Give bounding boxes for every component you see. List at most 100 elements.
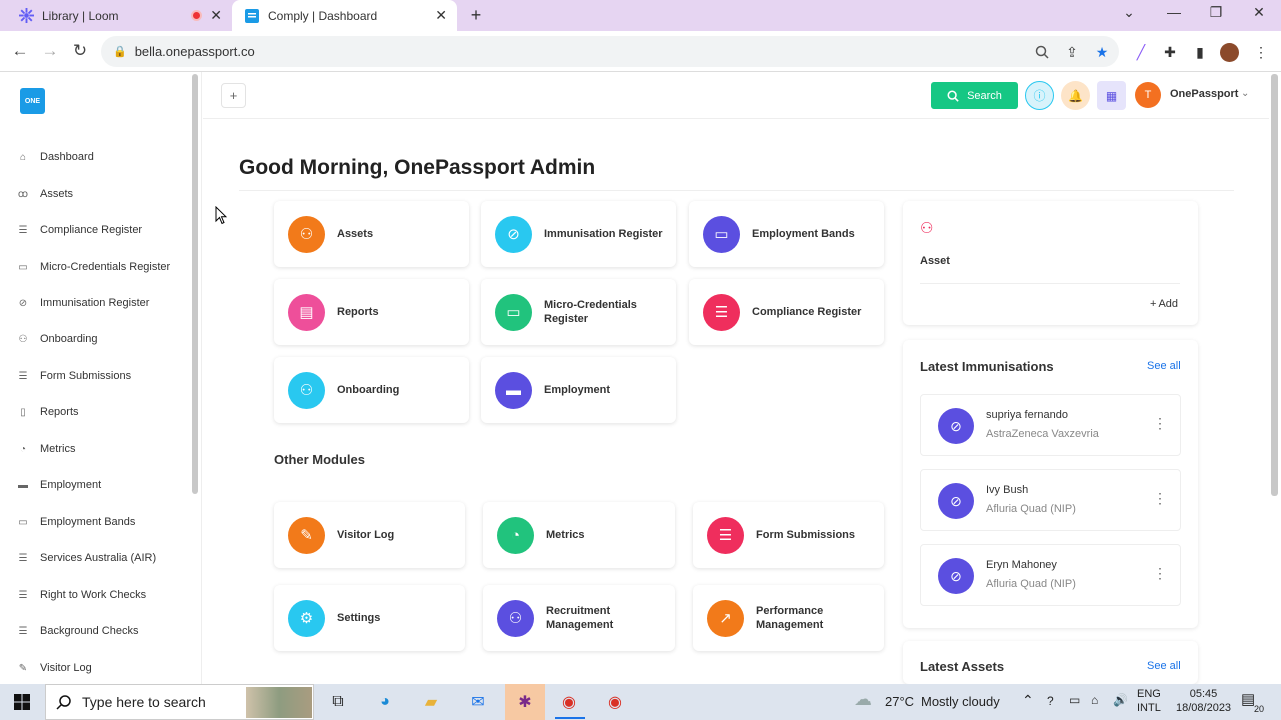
network-icon[interactable]: ⌂	[1091, 693, 1098, 707]
pen-extension-icon[interactable]: ╱	[1132, 43, 1150, 61]
trend-icon: ↗	[707, 599, 744, 637]
sidebar-item-employment[interactable]: ▬ Employment	[16, 476, 101, 494]
module-card-compliance-register[interactable]: ☰ Compliance Register	[689, 279, 884, 345]
weather-temp[interactable]: 27°C	[885, 694, 914, 709]
sidebar-item-assets[interactable]: ꝏ Assets	[16, 185, 73, 203]
module-card-employment[interactable]: ▬ Employment	[481, 357, 676, 423]
taskbar-search-input[interactable]: Type here to search	[45, 684, 314, 720]
sidebar-item-reports[interactable]: ▯ Reports	[16, 403, 78, 421]
avatar[interactable]: T	[1135, 82, 1161, 108]
sidebar-item-onboarding[interactable]: ⚇ Onboarding	[16, 330, 98, 348]
edge-icon[interactable]: ◕	[372, 690, 398, 714]
module-card-micro-credentials-register[interactable]: ▭ Micro-Credentials Register	[481, 279, 676, 345]
volume-icon[interactable]: 🔊	[1113, 693, 1128, 707]
weather-desc[interactable]: Mostly cloudy	[921, 694, 1000, 709]
reload-icon[interactable]: ↻	[69, 41, 91, 61]
more-options-icon[interactable]: ⋮	[1153, 490, 1167, 507]
apps-button[interactable]: ▦	[1097, 81, 1126, 110]
sidebar-item-services-australia[interactable]: ☰ Services Australia (AIR)	[16, 549, 157, 567]
module-card-employment-bands[interactable]: ▭ Employment Bands	[689, 201, 884, 267]
sidebar-item-dashboard[interactable]: ⌂ Dashboard	[16, 148, 94, 166]
list-item[interactable]: ⊘ Ivy Bush Afluria Quad (NIP) ⋮	[920, 469, 1181, 531]
main-scrollbar[interactable]	[1271, 74, 1278, 496]
sidebar-item-micro-credentials-register[interactable]: ▭ Micro-Credentials Register	[16, 258, 170, 276]
mail-icon[interactable]: ✉	[465, 690, 491, 714]
module-card-visitor-log[interactable]: ✎ Visitor Log	[274, 502, 465, 568]
language-indicator[interactable]: ENG INTL	[1137, 688, 1161, 714]
module-card-form-submissions[interactable]: ☰ Form Submissions	[693, 502, 884, 568]
more-options-icon[interactable]: ⋮	[1153, 415, 1167, 432]
search-button[interactable]: Search	[931, 82, 1018, 109]
tab-library-loom[interactable]: Library | Loom ✕	[0, 0, 232, 31]
bookmark-star-icon[interactable]: ★	[1093, 43, 1111, 61]
active-app-indicator	[555, 717, 585, 719]
zoom-icon[interactable]	[1033, 43, 1051, 61]
see-all-assets-link[interactable]: See all	[1147, 660, 1181, 672]
sidebar-item-form-submissions[interactable]: ☰ Form Submissions	[16, 367, 132, 385]
plus-icon: +	[229, 88, 238, 103]
users-icon: ⚇	[920, 220, 934, 237]
see-all-immunisations-link[interactable]: See all	[1147, 360, 1181, 372]
module-card-assets[interactable]: ⚇ Assets	[274, 201, 469, 267]
list-item[interactable]: ⊘ supriya fernando AstraZeneca Vaxzevria…	[920, 394, 1181, 456]
list-item[interactable]: ⊘ Eryn Mahoney Afluria Quad (NIP) ⋮	[920, 544, 1181, 606]
certificate-icon: ▭	[18, 261, 28, 273]
more-options-icon[interactable]: ⋮	[1153, 565, 1167, 582]
omnibox[interactable]: 🔒 bella.onepassport.co	[101, 36, 1119, 67]
list-icon: ☰	[18, 625, 28, 637]
module-card-reports[interactable]: ▤ Reports	[274, 279, 469, 345]
extensions-puzzle-icon[interactable]: ✚	[1161, 43, 1179, 61]
more-menu-icon[interactable]: ⋮	[1252, 43, 1270, 61]
username[interactable]: OnePassport	[1170, 88, 1238, 100]
chevron-up-icon[interactable]: ⌃	[1022, 692, 1034, 709]
new-tab-icon[interactable]: +	[466, 5, 486, 26]
module-card-onboarding[interactable]: ⚇ Onboarding	[274, 357, 469, 423]
close-icon[interactable]: ✕	[210, 7, 222, 24]
tab-search-chevron-icon[interactable]: ⌄	[1119, 4, 1139, 21]
sidebar-item-employment-bands[interactable]: ▭ Employment Bands	[16, 513, 135, 531]
minimize-icon[interactable]: —	[1164, 4, 1184, 20]
chrome-icon[interactable]: ◉	[602, 690, 628, 714]
list-icon: ☰	[18, 552, 28, 564]
profile-avatar-icon[interactable]	[1220, 43, 1239, 62]
module-card-metrics[interactable]: ◔ Metrics	[483, 502, 675, 568]
add-widget-button[interactable]: +	[221, 83, 246, 108]
add-asset-button[interactable]: + Add	[1150, 298, 1178, 310]
list-icon: ☰	[18, 370, 28, 382]
sidebar-item-visitor-log[interactable]: ✎ Visitor Log	[16, 659, 92, 677]
window-close-icon[interactable]: ✕	[1249, 4, 1269, 21]
clock[interactable]: 05:45 18/08/2023	[1176, 688, 1231, 714]
windows-start-icon[interactable]	[9, 690, 35, 714]
side-panel-icon[interactable]: ▮	[1191, 43, 1209, 61]
module-card-recruitment-management[interactable]: ⚇ Recruitment Management	[483, 585, 675, 651]
sidebar-item-right-to-work-checks[interactable]: ☰ Right to Work Checks	[16, 586, 147, 604]
sidebar-scrollbar[interactable]	[192, 74, 198, 494]
chrome-icon[interactable]: ◉	[556, 690, 582, 714]
sidebar-item-compliance-register[interactable]: ☰ Compliance Register	[16, 221, 143, 239]
url-text[interactable]: bella.onepassport.co	[135, 44, 255, 59]
list-icon: ☰	[18, 589, 28, 601]
maximize-icon[interactable]: ❐	[1206, 4, 1226, 21]
other-modules-heading: Other Modules	[274, 452, 366, 467]
back-icon[interactable]: ←	[9, 41, 31, 61]
module-card-settings[interactable]: ⚙ Settings	[274, 585, 465, 651]
briefcase-icon: ▬	[495, 371, 532, 409]
slack-icon[interactable]: ✱	[505, 684, 545, 720]
bell-icon: 🔔	[1068, 88, 1083, 103]
info-button[interactable]: ⓘ	[1025, 81, 1054, 110]
module-card-immunisation-register[interactable]: ⊘ Immunisation Register	[481, 201, 676, 267]
tab-comply-dashboard[interactable]: Comply | Dashboard ✕	[232, 0, 457, 31]
notifications-button[interactable]: 🔔	[1061, 81, 1090, 110]
close-icon[interactable]: ✕	[435, 7, 447, 24]
sidebar-item-metrics[interactable]: ◔ Metrics	[16, 440, 75, 458]
share-icon[interactable]: ⇪	[1063, 43, 1081, 61]
forward-icon[interactable]: →	[39, 41, 61, 61]
task-view-icon[interactable]: ⧉	[325, 690, 351, 714]
module-card-performance-management[interactable]: ↗ Performance Management	[693, 585, 884, 651]
sidebar-item-background-checks[interactable]: ☰ Background Checks	[16, 622, 139, 640]
help-icon[interactable]: ?	[1047, 694, 1054, 708]
sidebar-item-immunisation-register[interactable]: ⊘ Immunisation Register	[16, 294, 150, 312]
file-explorer-icon[interactable]: ▰	[418, 690, 444, 714]
chevron-down-icon[interactable]: ⌄	[1241, 88, 1249, 99]
battery-icon[interactable]: ▭	[1069, 693, 1080, 707]
